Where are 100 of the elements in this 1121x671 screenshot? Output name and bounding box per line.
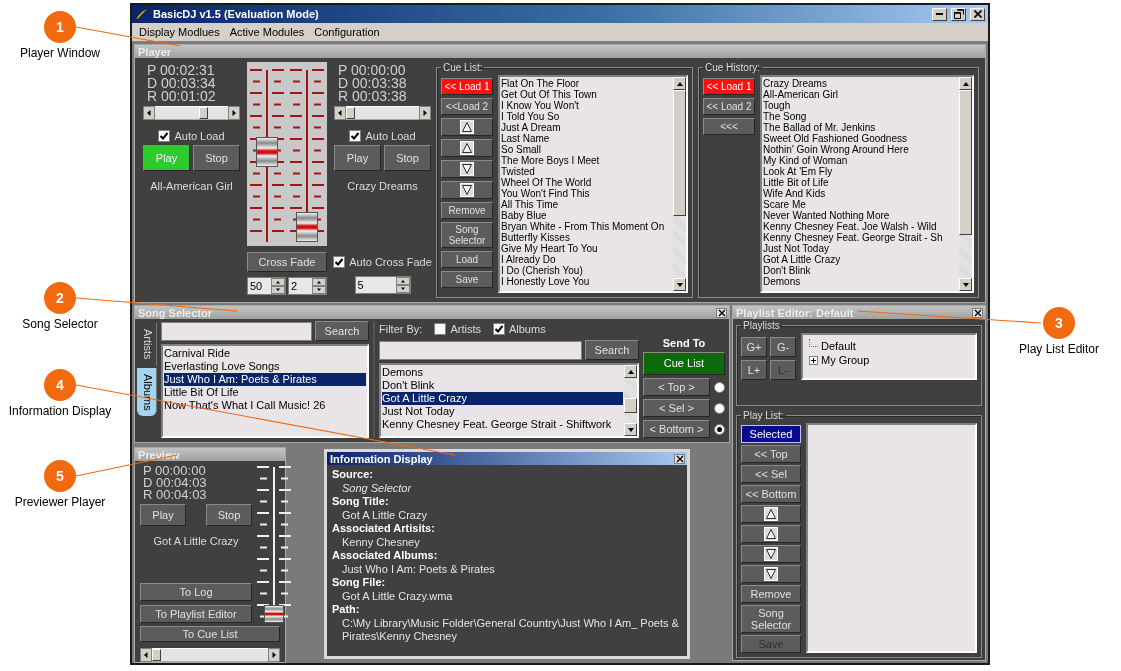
scrollbar[interactable] <box>673 77 686 291</box>
playlist-action-button[interactable]: << Top <box>741 445 801 463</box>
song-item[interactable]: Demons <box>763 276 958 287</box>
cue-action-button[interactable]: << Load 1 <box>441 78 493 95</box>
scroll-thumb[interactable] <box>624 398 637 413</box>
search-button[interactable]: Search <box>315 321 369 341</box>
stop-button[interactable]: Stop <box>193 145 240 171</box>
to-cue-list-button[interactable]: To Cue List <box>140 626 280 643</box>
move-down-button[interactable] <box>741 565 801 583</box>
song-item[interactable]: Just A Dream <box>501 122 672 133</box>
playlist-action-button[interactable]: L+ <box>741 360 767 380</box>
cue-action-button[interactable]: <<Load 2 <box>441 98 493 115</box>
menu-item[interactable]: Display Modlues <box>134 26 225 38</box>
to-log-button[interactable]: To Log <box>140 583 252 601</box>
song-item[interactable]: Sweet Old Fashioned Goodness <box>763 133 958 144</box>
spin-arrows-icon[interactable] <box>271 278 285 294</box>
song-item[interactable]: Baby Blue <box>501 210 672 221</box>
song-item[interactable]: Kenny Chesney Feat. George Strait - Shiftwork <box>382 418 623 431</box>
fader-track[interactable] <box>264 467 284 623</box>
checkbox[interactable] <box>158 130 171 142</box>
song-item[interactable]: I Do (Cherish You) <box>501 265 672 276</box>
song-item[interactable]: Kenny Chesney Feat. George Strait - Sh <box>763 232 958 243</box>
fader-thumb[interactable] <box>256 136 278 167</box>
slider-thumb[interactable] <box>346 107 355 119</box>
restore-button[interactable] <box>951 7 966 21</box>
scroll-down-icon[interactable] <box>675 280 684 289</box>
spin-arrows-icon[interactable] <box>312 278 326 294</box>
song-item[interactable]: All-American Girl <box>763 89 958 100</box>
stop-button[interactable]: Stop <box>384 145 431 171</box>
song-item[interactable]: Twisted <box>501 166 672 177</box>
song-item[interactable]: Just Not Today <box>382 405 623 418</box>
position-slider[interactable] <box>155 106 228 120</box>
tree-item[interactable]: Default <box>821 340 856 352</box>
song-item[interactable]: I Told You So <box>501 111 672 122</box>
song-item[interactable]: The More Boys I Meet <box>501 155 672 166</box>
song-item[interactable]: Bryan White - From This Moment On <box>501 221 672 232</box>
song-item[interactable]: I Know You Won't <box>501 100 672 111</box>
fader-thumb[interactable] <box>264 605 284 623</box>
song-item[interactable]: Kenny Chesney Feat. Joe Walsh - Wild <box>763 221 958 232</box>
cue-action-button[interactable]: <<< <box>703 118 755 135</box>
song-item[interactable]: Get Out Of This Town <box>501 89 672 100</box>
song-item[interactable]: Wife And Kids <box>763 188 958 199</box>
search-field[interactable] <box>161 321 312 341</box>
cue-action-button[interactable]: Remove <box>441 202 493 219</box>
song-item[interactable]: Scare Me <box>763 199 958 210</box>
song-item[interactable]: Never Wanted Nothing More <box>763 210 958 221</box>
scroll-down-icon[interactable] <box>961 280 970 289</box>
song-item[interactable]: Just Not Today <box>763 243 958 254</box>
cue-list-button[interactable]: Cue List <box>643 352 725 375</box>
album-item[interactable]: Just Who I Am: Poets & Pirates <box>164 373 366 386</box>
scrollbar[interactable] <box>624 365 637 436</box>
song-item[interactable]: I Already Do <box>501 254 672 265</box>
number-field[interactable]: 2 <box>288 277 327 295</box>
play-button[interactable]: Play <box>140 504 186 526</box>
radio-button[interactable] <box>714 402 725 414</box>
song-item[interactable]: Look At 'Em Fly <box>763 166 958 177</box>
cue-action-button[interactable]: Load <box>441 251 493 268</box>
expand-icon[interactable] <box>809 355 818 365</box>
song-item[interactable]: Last Name <box>501 133 672 144</box>
playlist-action-button[interactable]: Remove <box>741 585 801 603</box>
album-item[interactable]: Little Bit Of Life <box>164 386 366 399</box>
song-item[interactable]: Give My Heart To You <box>501 243 672 254</box>
move-down-button[interactable] <box>441 160 493 178</box>
song-item[interactable]: You Won't Find This <box>501 188 672 199</box>
song-item[interactable]: Got A Little Crazy <box>382 392 623 405</box>
move-up-button[interactable] <box>741 525 801 543</box>
playlist-action-button[interactable]: << Bottom <box>741 485 801 503</box>
song-item[interactable]: Tough <box>763 100 958 111</box>
song-item[interactable]: Flat On The Floor <box>501 78 672 89</box>
cue-action-button[interactable]: << Load 1 <box>703 78 755 95</box>
checkbox[interactable] <box>349 130 362 142</box>
album-item[interactable]: Everlasting Love Songs <box>164 360 366 373</box>
stop-button[interactable]: Stop <box>206 504 252 526</box>
playlist-action-button[interactable]: G+ <box>741 337 767 357</box>
scroll-thumb[interactable] <box>673 90 686 216</box>
playlist-action-button[interactable]: G- <box>770 337 796 357</box>
number-field[interactable]: 5 <box>354 276 411 294</box>
song-item[interactable]: Don't Blink <box>382 379 623 392</box>
playlist-action-button[interactable]: << Sel <box>741 465 801 483</box>
song-item[interactable]: Nothin' Goin Wrong Around Here <box>763 144 958 155</box>
tree-item[interactable]: My Group <box>821 354 870 366</box>
radio-button[interactable] <box>714 423 725 435</box>
radio-button[interactable] <box>714 381 725 393</box>
move-down-button[interactable] <box>441 181 493 199</box>
search-field[interactable] <box>379 340 582 360</box>
playlist-action-button[interactable]: Selected <box>741 425 801 443</box>
scrollbar[interactable] <box>959 77 972 291</box>
move-down-button[interactable] <box>741 545 801 563</box>
song-item[interactable]: The Ballad of Mr. Jenkins <box>763 122 958 133</box>
fader-thumb[interactable] <box>296 212 318 242</box>
menu-item[interactable]: Configuration <box>309 26 385 38</box>
number-field[interactable]: 50 <box>247 277 286 295</box>
song-item[interactable]: Got A Little Crazy <box>763 254 958 265</box>
song-item[interactable]: Don't Blink <box>763 265 958 276</box>
slider-thumb[interactable] <box>198 107 208 119</box>
close-button[interactable] <box>674 453 685 464</box>
song-item[interactable]: Crazy Dreams <box>763 78 958 89</box>
scroll-down-icon[interactable] <box>626 425 635 434</box>
cue-action-button[interactable]: Save <box>441 271 493 288</box>
song-item[interactable]: Butterfly Kisses <box>501 232 672 243</box>
